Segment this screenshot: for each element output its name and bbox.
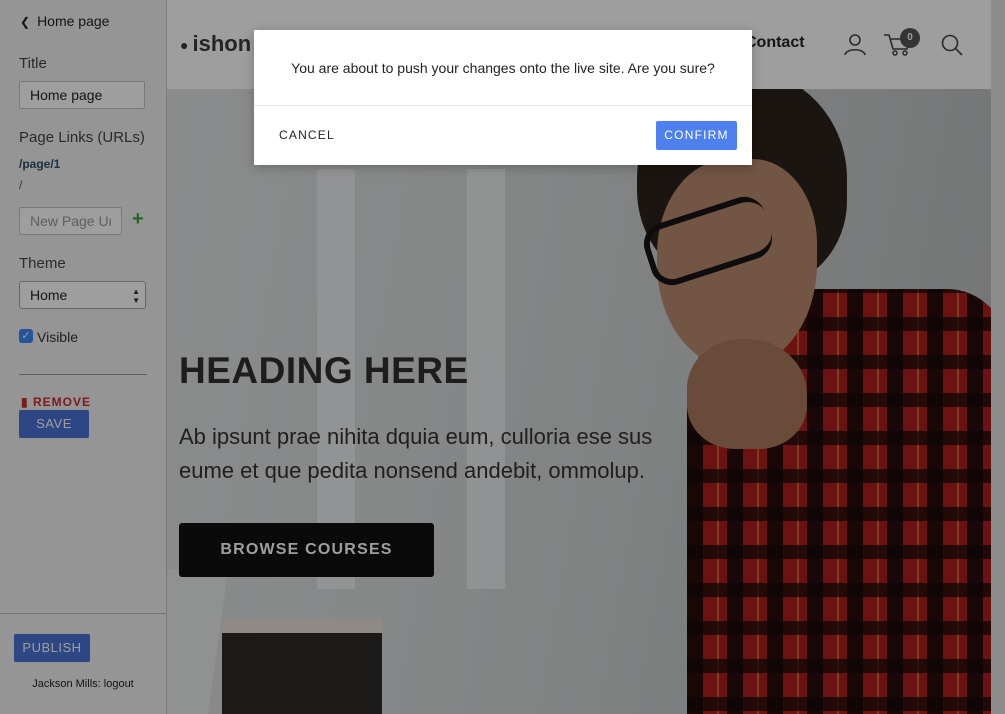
dialog-message: You are about to push your changes onto …: [291, 60, 715, 76]
dialog-divider: [254, 105, 752, 106]
confirm-dialog: You are about to push your changes onto …: [254, 30, 752, 165]
confirm-button[interactable]: CONFIRM: [656, 121, 737, 150]
cancel-button[interactable]: CANCEL: [279, 128, 335, 142]
